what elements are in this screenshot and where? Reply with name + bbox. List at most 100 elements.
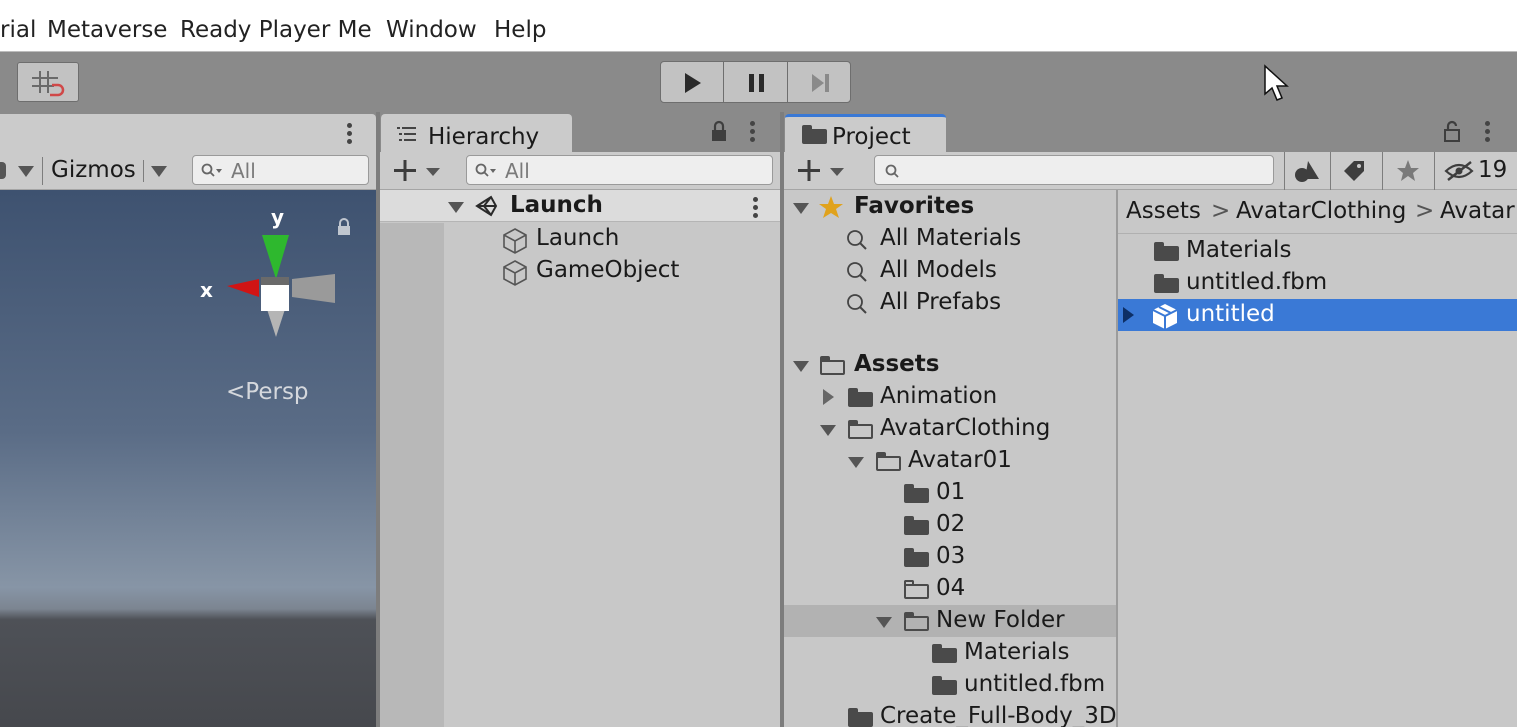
- scene-toolbar: Gizmos All: [0, 152, 376, 190]
- lock-icon[interactable]: [1443, 120, 1461, 142]
- scene-header-row[interactable]: Launch: [380, 190, 780, 222]
- hidden-count: 19: [1478, 157, 1508, 183]
- expand-icon[interactable]: [823, 389, 834, 405]
- tab-hierarchy[interactable]: Hierarchy: [381, 114, 572, 152]
- hierarchy-item[interactable]: GameObject: [380, 255, 780, 287]
- scene-search-placeholder: All: [231, 159, 256, 183]
- favorites-item[interactable]: All Materials: [784, 223, 1116, 255]
- hierarchy-menu-icon[interactable]: [750, 121, 756, 145]
- collapse-icon[interactable]: [876, 617, 892, 628]
- lock-icon[interactable]: [710, 120, 728, 142]
- hierarchy-tab-label: Hierarchy: [428, 124, 540, 150]
- menu-bar: rial Metaverse Ready Player Me Window He…: [0, 0, 1517, 52]
- breadcrumb-item[interactable]: Avatar: [1440, 198, 1515, 224]
- project-menu-icon[interactable]: [1485, 121, 1491, 145]
- grid-snap-button[interactable]: [17, 62, 79, 102]
- asset-item-selected[interactable]: untitled: [1118, 299, 1517, 331]
- axis-x-label: x: [200, 278, 213, 302]
- tree-item-new-folder[interactable]: New Folder: [784, 605, 1116, 637]
- add-dropdown-button[interactable]: [394, 159, 442, 183]
- hierarchy-panel: Launch Launch GameObject: [380, 190, 780, 727]
- collapse-icon[interactable]: [793, 203, 809, 214]
- assets-header[interactable]: Assets: [784, 349, 1116, 381]
- gameobject-cube-icon: [503, 260, 527, 286]
- persp-label: Persp: [245, 379, 309, 405]
- separator: [1434, 152, 1435, 190]
- scene-dropdown-icon[interactable]: [18, 166, 34, 177]
- pause-button[interactable]: [723, 61, 788, 103]
- hidden-eye-icon[interactable]: [1444, 160, 1478, 182]
- collapse-icon[interactable]: [820, 425, 836, 436]
- scene-menu-icon[interactable]: [347, 123, 353, 147]
- folder-icon: [904, 548, 929, 567]
- asset-item[interactable]: untitled.fbm: [1118, 267, 1517, 299]
- expand-icon[interactable]: [1123, 307, 1134, 323]
- project-search-input[interactable]: [874, 155, 1274, 185]
- folder-icon: [904, 484, 929, 503]
- orientation-gizmo[interactable]: y x: [195, 205, 345, 350]
- asset-item-label: Materials: [1186, 237, 1292, 263]
- scene-name: Launch: [510, 192, 603, 218]
- favorites-item[interactable]: All Prefabs: [784, 287, 1116, 319]
- play-button[interactable]: [660, 61, 724, 103]
- tree-item-avatar-clothing[interactable]: AvatarClothing: [784, 413, 1116, 445]
- hierarchy-search-input[interactable]: All: [466, 155, 773, 185]
- lock-icon[interactable]: [336, 218, 352, 236]
- scene-menu-icon[interactable]: [753, 197, 759, 221]
- mouse-cursor-icon: [1264, 64, 1289, 101]
- add-dropdown-button[interactable]: [798, 159, 846, 183]
- search-icon: [847, 294, 867, 314]
- favorites-header[interactable]: Favorites: [784, 191, 1116, 223]
- menu-metaverse[interactable]: Metaverse: [47, 17, 167, 43]
- tree-item-create[interactable]: Create_Full-Body_3D: [784, 701, 1116, 727]
- hierarchy-item[interactable]: Launch: [380, 223, 780, 255]
- menu-help[interactable]: Help: [494, 17, 546, 43]
- filter-by-label-icon[interactable]: [1341, 158, 1369, 184]
- collapse-icon[interactable]: [848, 457, 864, 468]
- gizmos-dropdown-icon[interactable]: [151, 166, 167, 177]
- hierarchy-item-label: Launch: [536, 225, 620, 251]
- tab-scene[interactable]: [0, 114, 376, 152]
- empty-folder-icon: [904, 580, 929, 599]
- scene-search-input[interactable]: All: [192, 155, 369, 185]
- separator: [1330, 152, 1331, 190]
- tab-project[interactable]: Project: [785, 114, 946, 152]
- favorites-item-label: All Prefabs: [880, 289, 1002, 315]
- breadcrumb: Assets > AvatarClothing > Avatar: [1118, 190, 1517, 234]
- folder-icon: [1154, 274, 1179, 293]
- chevron-right-icon: >: [1415, 198, 1435, 224]
- asset-item[interactable]: Materials: [1118, 235, 1517, 267]
- breadcrumb-item[interactable]: AvatarClothing: [1236, 198, 1406, 224]
- scene-tool-edge[interactable]: [0, 162, 6, 179]
- scene-viewport[interactable]: y x <Persp: [0, 190, 376, 727]
- collapse-icon[interactable]: [448, 202, 464, 213]
- tree-item-label: Materials: [964, 639, 1070, 665]
- persp-button[interactable]: <Persp: [226, 379, 309, 405]
- star-icon[interactable]: [1395, 158, 1421, 184]
- tree-item-untitled-fbm[interactable]: untitled.fbm: [784, 669, 1116, 701]
- tree-item-01[interactable]: 01: [784, 477, 1116, 509]
- favorites-item[interactable]: All Models: [784, 255, 1116, 287]
- tree-item-04[interactable]: 04: [784, 573, 1116, 605]
- tree-item-label: 04: [936, 575, 966, 601]
- project-tab-label: Project: [832, 124, 911, 150]
- tree-item-label: New Folder: [936, 607, 1065, 633]
- tree-item-02[interactable]: 02: [784, 509, 1116, 541]
- tree-item-materials[interactable]: Materials: [784, 637, 1116, 669]
- tree-item-label: 02: [936, 511, 966, 537]
- project-tab-rest: [946, 114, 1512, 152]
- tree-item-animation[interactable]: Animation: [784, 381, 1116, 413]
- breadcrumb-item[interactable]: Assets: [1126, 198, 1201, 224]
- menu-ready-player-me[interactable]: Ready Player Me: [180, 17, 372, 43]
- menu-tutorial[interactable]: rial: [0, 17, 36, 43]
- gizmos-button[interactable]: Gizmos: [51, 157, 136, 183]
- step-button[interactable]: [787, 61, 851, 103]
- menu-window[interactable]: Window: [386, 17, 477, 43]
- filter-by-type-icon[interactable]: [1292, 157, 1322, 185]
- collapse-icon[interactable]: [793, 361, 809, 372]
- tree-item-03[interactable]: 03: [784, 541, 1116, 573]
- step-icon: [812, 74, 829, 92]
- tree-item-avatar01[interactable]: Avatar01: [784, 445, 1116, 477]
- asset-item-label: untitled.fbm: [1186, 269, 1328, 295]
- main-toolbar: [0, 52, 1517, 112]
